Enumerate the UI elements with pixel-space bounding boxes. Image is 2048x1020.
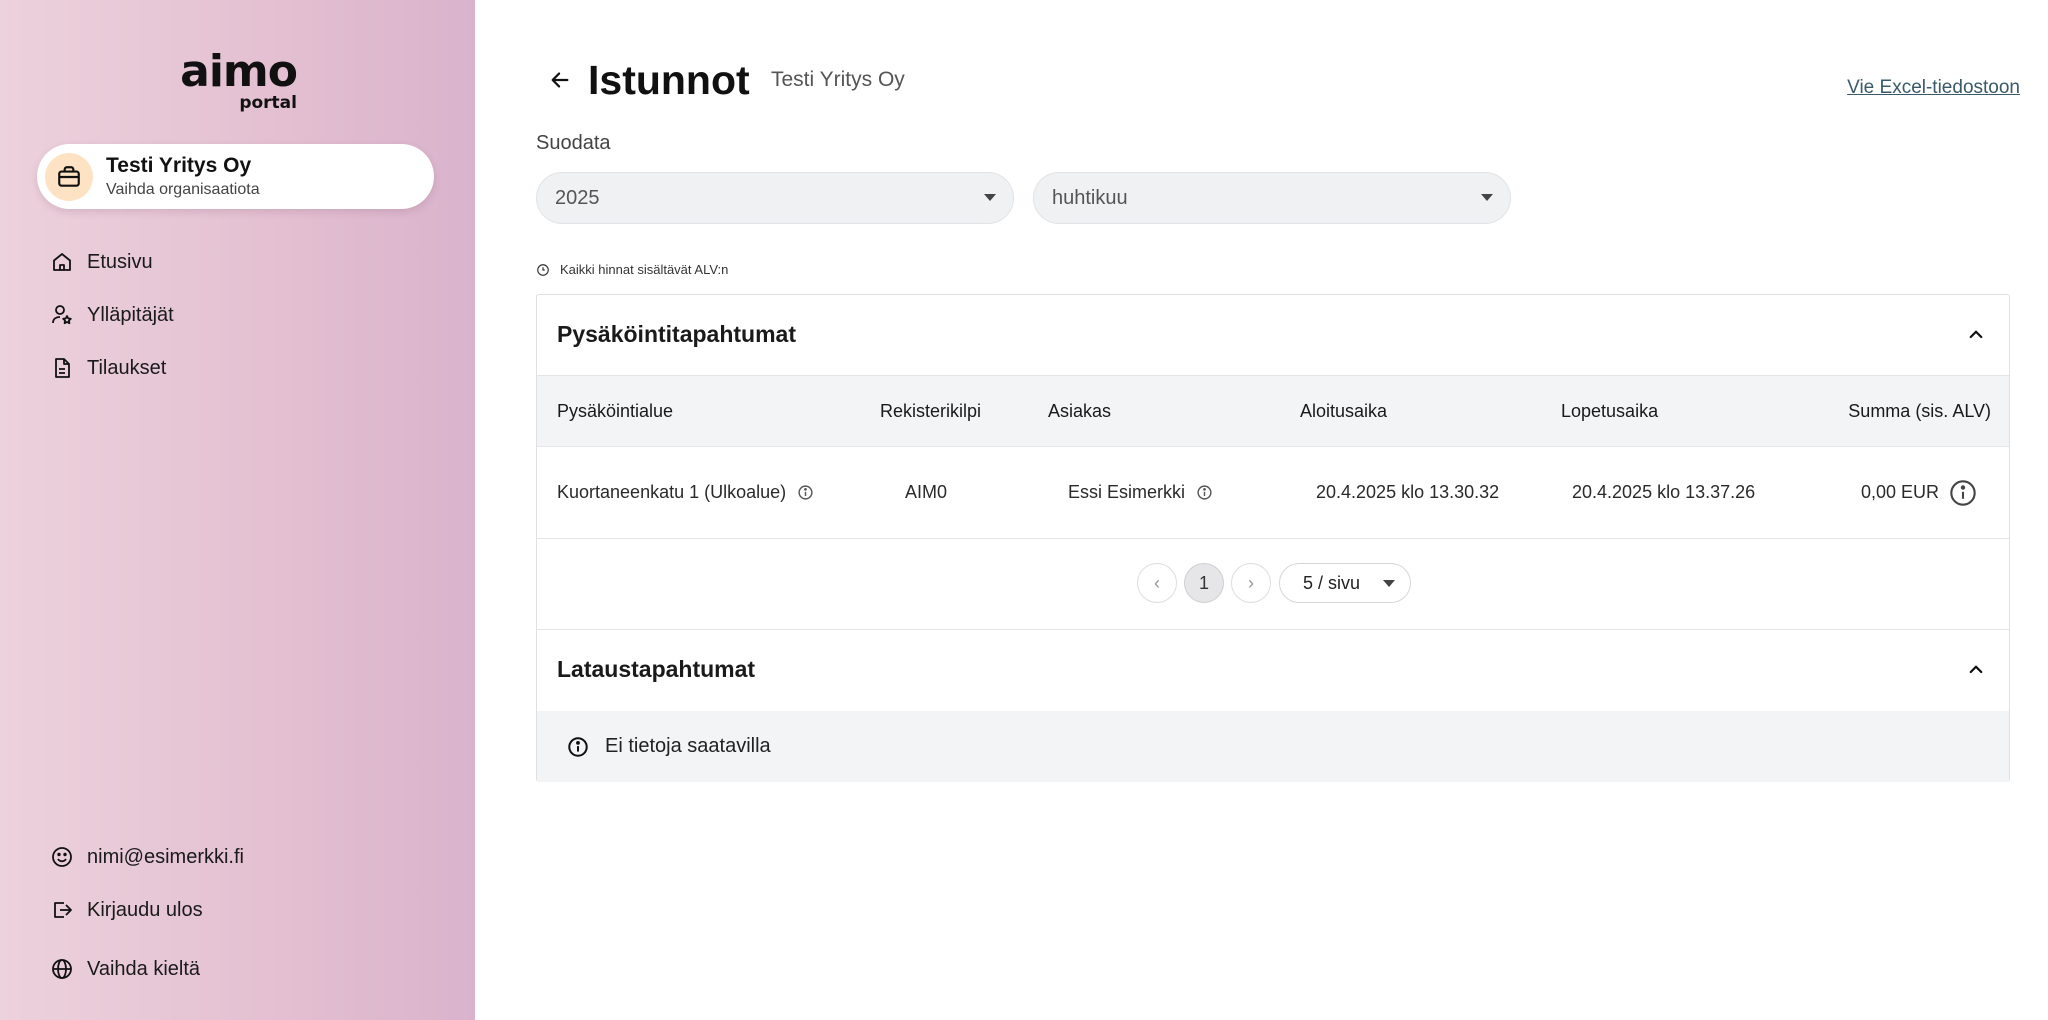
nav-item-change-language[interactable]: Vaihda kieltä bbox=[50, 954, 200, 984]
sessions-card: Pysäköintitapahtumat Pysäköintialue Reki… bbox=[536, 294, 2010, 782]
cell-start-time: 20.4.2025 klo 13.30.32 bbox=[1316, 482, 1500, 502]
page-subtitle: Testi Yritys Oy bbox=[771, 68, 905, 91]
smiley-icon bbox=[50, 845, 74, 869]
nav-item-logout[interactable]: Kirjaudu ulos bbox=[50, 895, 203, 925]
briefcase-icon bbox=[45, 153, 93, 201]
admin-user-icon bbox=[50, 303, 74, 327]
nav-item-label: Etusivu bbox=[87, 250, 153, 273]
info-icon bbox=[568, 736, 588, 757]
parking-table-header: Pysäköintialue Rekisterikilpi Asiakas Al… bbox=[537, 375, 2009, 447]
nav-item-label: nimi@esimerkki.fi bbox=[87, 845, 244, 868]
globe-icon bbox=[50, 957, 74, 981]
info-icon[interactable] bbox=[1949, 479, 1977, 507]
nav-item-label: Tilaukset bbox=[87, 356, 167, 379]
caret-down-icon bbox=[1383, 580, 1395, 587]
switch-organization-label: Vaihda organisaatiota bbox=[106, 181, 260, 198]
chevron-up-icon bbox=[1969, 330, 1983, 339]
cell-plate: AIM0 bbox=[905, 482, 948, 502]
column-header-customer[interactable]: Asiakas bbox=[1048, 401, 1111, 422]
home-icon bbox=[50, 250, 74, 274]
page-button-1[interactable]: 1 bbox=[1184, 563, 1224, 603]
column-header-sum[interactable]: Summa (sis. ALV) bbox=[1848, 401, 1991, 422]
next-page-button[interactable]: › bbox=[1231, 563, 1271, 603]
logo-wordmark: aimo bbox=[180, 46, 298, 97]
column-header-end[interactable]: Lopetusaika bbox=[1561, 401, 1658, 422]
parking-section-header[interactable]: Pysäköintitapahtumat bbox=[537, 295, 2009, 375]
info-icon[interactable] bbox=[797, 484, 814, 501]
organization-name: Testi Yritys Oy bbox=[106, 154, 252, 177]
cell-sum: 0,00 EUR bbox=[1860, 482, 1939, 502]
month-select[interactable]: huhtikuu bbox=[1033, 172, 1511, 224]
nav-item-label: Kirjaudu ulos bbox=[87, 898, 203, 921]
sidebar: aimo portal Testi Yritys Oy Vaihda organ… bbox=[0, 0, 475, 1020]
nav-item-admins[interactable]: Ylläpitäjät bbox=[50, 300, 174, 330]
year-select[interactable]: 2025 bbox=[536, 172, 1014, 224]
chevron-up-icon bbox=[1969, 665, 1983, 674]
column-header-area[interactable]: Pysäköintialue bbox=[557, 401, 673, 422]
caret-down-icon bbox=[1481, 194, 1493, 201]
aimo-portal-logo[interactable]: aimo portal bbox=[175, 46, 298, 113]
previous-page-button[interactable]: ‹ bbox=[1137, 563, 1177, 603]
column-header-start[interactable]: Aloitusaika bbox=[1300, 401, 1387, 422]
back-button[interactable] bbox=[545, 65, 575, 95]
vat-note-text: Kaikki hinnat sisältävät ALV:n bbox=[560, 262, 729, 277]
arrow-left-icon bbox=[551, 72, 569, 88]
cell-area: Kuortaneenkatu 1 (Ulkoalue) bbox=[557, 482, 814, 503]
empty-state: Ei tietoja saatavilla bbox=[537, 711, 2009, 782]
charging-section-header[interactable]: Lataustapahtumat bbox=[537, 629, 2009, 709]
cell-end-time: 20.4.2025 klo 13.37.26 bbox=[1572, 482, 1756, 502]
column-header-plate[interactable]: Rekisterikilpi bbox=[880, 401, 981, 422]
main-content: Istunnot Testi Yritys Oy Vie Excel-tiedo… bbox=[475, 0, 2048, 1020]
page-title: Istunnot bbox=[588, 57, 750, 103]
info-icon[interactable] bbox=[1196, 484, 1213, 501]
clock-info-icon bbox=[537, 263, 549, 276]
cell-customer: Essi Esimerkki bbox=[1068, 482, 1213, 503]
nav-item-orders[interactable]: Tilaukset bbox=[50, 353, 166, 383]
month-select-value: huhtikuu bbox=[1052, 186, 1128, 209]
pagination: ‹ 1 › 5 / sivu bbox=[537, 563, 2009, 603]
area-text: Kuortaneenkatu 1 (Ulkoalue) bbox=[557, 482, 787, 502]
customer-text: Essi Esimerkki bbox=[1068, 482, 1186, 502]
nav-item-home[interactable]: Etusivu bbox=[50, 247, 153, 277]
page-size-select[interactable]: 5 / sivu bbox=[1279, 563, 1411, 603]
vat-note: Kaikki hinnat sisältävät ALV:n bbox=[536, 262, 728, 277]
charging-section-title: Lataustapahtumat bbox=[557, 656, 756, 682]
caret-down-icon bbox=[984, 194, 996, 201]
nav-item-user-email[interactable]: nimi@esimerkki.fi bbox=[50, 842, 244, 872]
empty-state-text: Ei tietoja saatavilla bbox=[605, 735, 771, 757]
filter-label: Suodata bbox=[536, 132, 611, 154]
nav-item-label: Vaihda kieltä bbox=[87, 957, 201, 980]
logout-icon bbox=[50, 898, 74, 922]
organization-switcher[interactable]: Testi Yritys Oy Vaihda organisaatiota bbox=[37, 144, 434, 209]
parking-section-title: Pysäköintitapahtumat bbox=[557, 321, 796, 347]
document-icon bbox=[50, 356, 74, 380]
export-excel-link[interactable]: Vie Excel-tiedostoon bbox=[1847, 77, 2020, 99]
year-select-value: 2025 bbox=[555, 186, 600, 209]
page-size-value: 5 / sivu bbox=[1303, 572, 1361, 593]
nav-item-label: Ylläpitäjät bbox=[87, 303, 174, 326]
table-row: Kuortaneenkatu 1 (Ulkoalue) AIM0 Essi Es… bbox=[537, 447, 2009, 539]
